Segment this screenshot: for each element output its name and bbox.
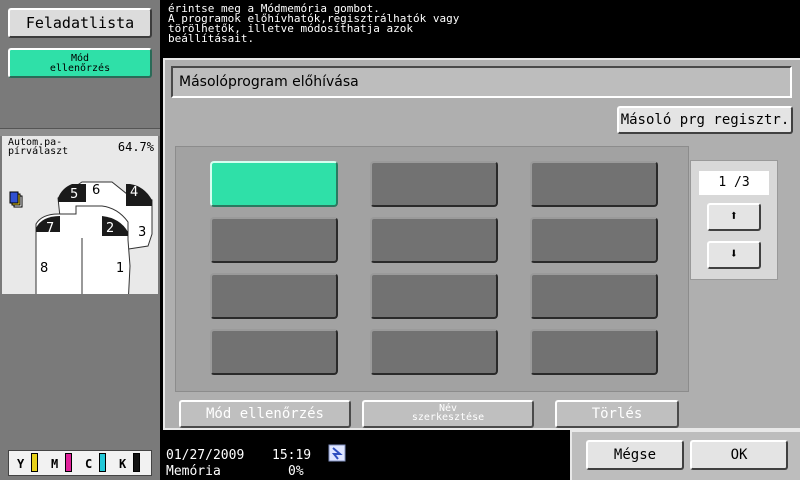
program-slot-7[interactable] — [210, 273, 338, 319]
toner-y-bar — [31, 453, 38, 472]
toner-m-label: M — [51, 457, 59, 471]
page-up-button[interactable]: ⬆ — [707, 203, 761, 231]
toner-c-bar — [99, 453, 106, 472]
originals-icon — [9, 191, 23, 208]
register-program-button[interactable]: Másoló prg regisztr. — [617, 106, 793, 134]
job-list-button[interactable]: Feladatlista — [8, 8, 152, 38]
instruction-message: érintse meg a Módmemória gombot. A progr… — [168, 2, 460, 45]
program-slot-11[interactable] — [370, 329, 498, 375]
toner-k-label: K — [119, 457, 127, 471]
cancel-button[interactable]: Mégse — [586, 440, 684, 470]
program-slot-12[interactable] — [530, 329, 658, 375]
up-arrow-icon: ⬆ — [729, 208, 739, 224]
program-slot-4[interactable] — [210, 217, 338, 263]
copy-program-panel: Másolóprogram előhívása Másoló prg regis… — [163, 58, 800, 430]
page-number: 4 — [130, 185, 138, 200]
program-slot-6[interactable] — [530, 217, 658, 263]
page-number: 8 — [40, 261, 48, 276]
toner-c-label: C — [85, 457, 93, 471]
page-number: 3 — [138, 225, 146, 240]
page-indicator: 1 /3 — [699, 171, 769, 195]
ok-button[interactable]: OK — [690, 440, 788, 470]
program-slot-2[interactable] — [370, 161, 498, 207]
dialog-button-tray: Mégse OK — [570, 430, 800, 480]
edit-name-button: Név szerkesztése — [362, 400, 534, 428]
paper-info-panel: Autom.pa- pírválaszt 64.7% 6 5 4 2 7 3 8… — [2, 136, 158, 294]
toner-m-bar — [65, 453, 72, 472]
memory-value: 0% — [288, 464, 304, 479]
page-layout-diagram: 6 5 4 2 7 3 8 1 — [9, 181, 153, 294]
mode-check-button[interactable]: Mód ellenőrzés — [8, 48, 152, 78]
program-slot-10[interactable] — [210, 329, 338, 375]
program-slot-3[interactable] — [530, 161, 658, 207]
toner-y-label: Y — [17, 457, 25, 471]
page-navigator: 1 /3 ⬆ ⬇ — [690, 160, 778, 280]
program-grid — [175, 146, 689, 392]
mode-check-button-disabled: Mód ellenőrzés — [179, 400, 351, 428]
program-slot-1[interactable] — [210, 161, 338, 207]
page-number: 2 — [106, 221, 114, 236]
status-time: 15:19 — [272, 448, 312, 463]
mode-check-label: Mód ellenőrzés — [49, 53, 111, 74]
left-sidebar: Feladatlista Mód ellenőrzés Autom.pa- pí… — [0, 0, 160, 480]
page-number: 7 — [46, 221, 54, 236]
page-number: 5 — [70, 187, 78, 202]
sidebar-divider — [0, 128, 160, 136]
program-slot-5[interactable] — [370, 217, 498, 263]
down-arrow-icon: ⬇ — [729, 246, 739, 262]
zoom-value: 64.7% — [117, 140, 154, 154]
toner-k-bar — [133, 453, 140, 472]
program-slot-8[interactable] — [370, 273, 498, 319]
network-icon — [328, 444, 346, 462]
page-down-button[interactable]: ⬇ — [707, 241, 761, 269]
page-number: 6 — [92, 183, 100, 198]
status-date: 01/27/2009 — [166, 448, 245, 463]
delete-button: Törlés — [555, 400, 679, 428]
program-slot-9[interactable] — [530, 273, 658, 319]
toner-levels: Y M C K — [8, 450, 152, 476]
paper-select-label: Autom.pa- pírválaszt — [8, 137, 69, 157]
page-number: 1 — [116, 261, 124, 276]
panel-title: Másolóprogram előhívása — [171, 66, 792, 98]
memory-label: Memória — [166, 464, 221, 479]
